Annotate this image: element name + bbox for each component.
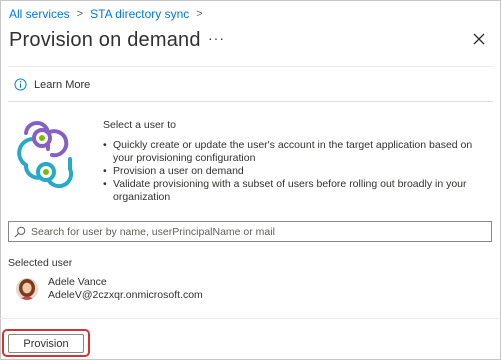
- list-item: Provision a user on demand: [103, 165, 488, 178]
- learn-more-label: Learn More: [34, 78, 91, 91]
- page-title: Provision on demand: [9, 29, 201, 51]
- provisioning-sync-logo: [17, 120, 74, 189]
- selected-user-email: AdeleV@2czxqr.onmicrosoft.com: [48, 289, 203, 301]
- avatar: [16, 278, 38, 300]
- footer-divider: [0, 318, 501, 319]
- breadcrumb-separator: >: [76, 8, 84, 20]
- breadcrumb-separator: >: [196, 8, 203, 20]
- section-divider: [8, 101, 493, 102]
- selected-user-card: Adele Vance AdeleV@2czxqr.onmicrosoft.co…: [16, 276, 203, 302]
- list-item: Quickly create or update the user's acco…: [103, 139, 488, 165]
- search-icon: [14, 226, 26, 237]
- close-icon[interactable]: [470, 30, 488, 48]
- info-icon: [14, 78, 27, 91]
- selected-user-label: Selected user: [8, 257, 73, 269]
- header-divider: [8, 66, 493, 67]
- search-input[interactable]: [31, 225, 471, 238]
- intro-bullet-list: Quickly create or update the user's acco…: [103, 139, 488, 204]
- user-search-box[interactable]: [8, 221, 492, 242]
- breadcrumb-sta-directory-sync[interactable]: STA directory sync: [90, 7, 189, 21]
- provision-button[interactable]: Provision: [8, 334, 84, 353]
- selected-user-name: Adele Vance: [48, 276, 107, 288]
- more-options-button[interactable]: ···: [208, 30, 225, 46]
- intro-heading: Select a user to: [103, 119, 176, 131]
- breadcrumb-all-services[interactable]: All services: [9, 7, 70, 21]
- breadcrumb: All services > STA directory sync >: [9, 7, 210, 21]
- list-item: Validate provisioning with a subset of u…: [103, 178, 488, 204]
- learn-more-link[interactable]: Learn More: [14, 78, 90, 91]
